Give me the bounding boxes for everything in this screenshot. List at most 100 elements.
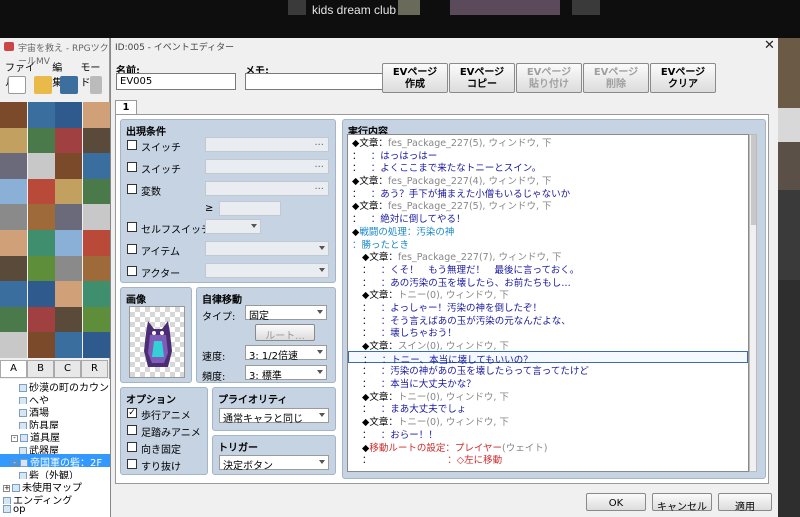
- map-tree-item[interactable]: + 未使用マップ: [0, 479, 110, 492]
- speed-select[interactable]: 3: 1/2倍速: [245, 345, 327, 362]
- switch2-select[interactable]: ...: [205, 159, 329, 174]
- variable-value-stepper[interactable]: [219, 201, 281, 216]
- menu-mode[interactable]: モード: [80, 59, 109, 89]
- tile-cell[interactable]: [82, 255, 110, 282]
- dir-fix-checkbox[interactable]: [127, 442, 137, 452]
- walk-anim-checkbox[interactable]: ✓: [127, 408, 137, 418]
- ev-page-copy-button[interactable]: EVページ コピー: [449, 63, 515, 93]
- command-row[interactable]: ：：よくここまで来たなトニーとスイン。: [348, 160, 748, 174]
- close-icon[interactable]: ✕: [764, 38, 775, 53]
- tileset-tab-r[interactable]: R: [81, 360, 108, 378]
- tile-cell[interactable]: [0, 127, 27, 154]
- tile-cell[interactable]: [55, 306, 82, 333]
- self-switch-checkbox[interactable]: [127, 222, 137, 232]
- command-row[interactable]: ：：よっしゃー！汚染の神を倒したぞ！: [348, 300, 748, 314]
- map-tree-item[interactable]: へや: [0, 392, 110, 404]
- command-row[interactable]: ：：はっはっはー: [348, 148, 748, 162]
- tile-cell[interactable]: [82, 332, 110, 359]
- tile-cell[interactable]: [0, 153, 27, 180]
- command-row[interactable]: ◆文章：fes_Package_227(5), ウィンドウ, 下: [348, 135, 748, 149]
- command-row[interactable]: ：：汚染の神があの玉を壊したらって言ってたけど: [348, 363, 748, 377]
- apply-button[interactable]: 適用: [718, 493, 772, 513]
- tile-cell[interactable]: [55, 102, 82, 128]
- command-row[interactable]: ：：まあ大丈夫でしょ: [348, 401, 748, 415]
- item-select[interactable]: [205, 241, 329, 256]
- command-row[interactable]: ： ：◇左に移動: [348, 452, 748, 466]
- cancel-button[interactable]: キャンセル: [652, 493, 712, 513]
- tab-page-1[interactable]: 1: [115, 100, 137, 115]
- type-select[interactable]: 固定: [245, 305, 327, 322]
- map-tree-item[interactable]: - 帝国軍の砦：2F: [0, 454, 110, 467]
- command-row[interactable]: ：：そう言えばあの玉が汚染の元なんだよな、: [348, 313, 748, 327]
- tile-cell[interactable]: [82, 153, 110, 180]
- map-tree-item[interactable]: 酒場: [0, 404, 110, 417]
- tile-cell[interactable]: [27, 306, 55, 333]
- variable-checkbox[interactable]: [127, 184, 137, 194]
- self-switch-select[interactable]: [205, 219, 261, 234]
- open-folder-icon[interactable]: [34, 76, 52, 94]
- command-row[interactable]: ◆文章：fes_Package_227(5), ウィンドウ, 下: [348, 198, 748, 212]
- switch2-checkbox[interactable]: [127, 162, 137, 172]
- map-tree-item[interactable]: 防具屋: [0, 417, 110, 429]
- event-sprite-image[interactable]: [129, 306, 185, 378]
- tile-cell[interactable]: [27, 204, 55, 231]
- command-row[interactable]: ◆文章：fes_Package_227(7), ウィンドウ, 下: [348, 249, 748, 263]
- actor-checkbox[interactable]: [127, 266, 137, 276]
- route-button[interactable]: ルート...: [255, 324, 315, 342]
- cut-icon[interactable]: [90, 76, 102, 94]
- tile-cell[interactable]: [0, 306, 27, 333]
- tile-cell[interactable]: [27, 178, 55, 205]
- map-tree-item[interactable]: - 道具屋: [0, 429, 110, 442]
- tile-cell[interactable]: [82, 281, 110, 308]
- ok-button[interactable]: OK: [586, 493, 646, 511]
- tile-cell[interactable]: [0, 281, 27, 308]
- trigger-select[interactable]: 決定ボタン: [219, 455, 329, 472]
- command-list-scrollbar[interactable]: [749, 134, 757, 472]
- tile-cell[interactable]: [55, 178, 82, 205]
- tile-cell[interactable]: [55, 230, 82, 256]
- tile-cell[interactable]: [0, 255, 27, 282]
- tile-cell[interactable]: [55, 255, 82, 282]
- tileset-palette[interactable]: [0, 102, 110, 359]
- tile-cell[interactable]: [55, 281, 82, 308]
- map-tree-item[interactable]: op: [0, 504, 110, 517]
- command-row[interactable]: ◆文章：トニー(0), ウィンドウ, 下: [348, 414, 748, 428]
- tile-cell[interactable]: [27, 153, 55, 180]
- tile-cell[interactable]: [27, 281, 55, 308]
- through-checkbox[interactable]: [127, 459, 137, 469]
- map-tree-item[interactable]: 武器屋: [0, 442, 110, 454]
- tile-cell[interactable]: [55, 204, 82, 231]
- save-icon[interactable]: [60, 76, 78, 94]
- command-row[interactable]: ◆文章：トニー(0), ウィンドウ, 下: [348, 389, 748, 403]
- map-tree-item[interactable]: 砦（外観）: [0, 467, 110, 479]
- tile-cell[interactable]: [82, 178, 110, 205]
- command-row[interactable]: ：勝ったとき: [348, 237, 748, 251]
- tile-cell[interactable]: [55, 153, 82, 180]
- name-input[interactable]: EV005: [116, 73, 236, 90]
- tile-cell[interactable]: [27, 332, 55, 359]
- command-row[interactable]: ：：おらー！！: [348, 427, 748, 441]
- map-tree-item[interactable]: エンディング: [0, 492, 110, 504]
- command-row[interactable]: ：：本当に大丈夫かな？: [348, 376, 748, 390]
- tile-cell[interactable]: [55, 332, 82, 359]
- tile-cell[interactable]: [82, 230, 110, 256]
- command-row[interactable]: ：：絶対に倒してやる！: [348, 211, 748, 225]
- command-row[interactable]: ◆戦闘の処理：汚染の神: [348, 224, 748, 238]
- ev-page-clear-button[interactable]: EVページ クリア: [650, 63, 716, 93]
- tileset-tab-b[interactable]: B: [27, 360, 54, 378]
- tile-cell[interactable]: [0, 230, 27, 256]
- tile-cell[interactable]: [27, 102, 55, 128]
- event-command-list[interactable]: ◆文章：fes_Package_227(5), ウィンドウ, 下：：はっはっはー…: [347, 134, 749, 472]
- ev-page-paste-button[interactable]: EVページ 貼り付け: [516, 63, 582, 93]
- item-checkbox[interactable]: [127, 244, 137, 254]
- tile-cell[interactable]: [0, 332, 27, 359]
- variable-select[interactable]: ...: [205, 181, 329, 196]
- command-row[interactable]: ◆文章：スイン(0), ウィンドウ, 下: [348, 338, 748, 352]
- frequency-select[interactable]: 3: 標準: [245, 365, 327, 382]
- command-row[interactable]: ：：壊しちゃおう！: [348, 325, 748, 339]
- menu-edit[interactable]: 編集: [52, 59, 71, 89]
- switch1-checkbox[interactable]: [127, 140, 137, 150]
- switch1-select[interactable]: ...: [205, 137, 329, 152]
- tile-cell[interactable]: [27, 127, 55, 154]
- tile-cell[interactable]: [82, 127, 110, 154]
